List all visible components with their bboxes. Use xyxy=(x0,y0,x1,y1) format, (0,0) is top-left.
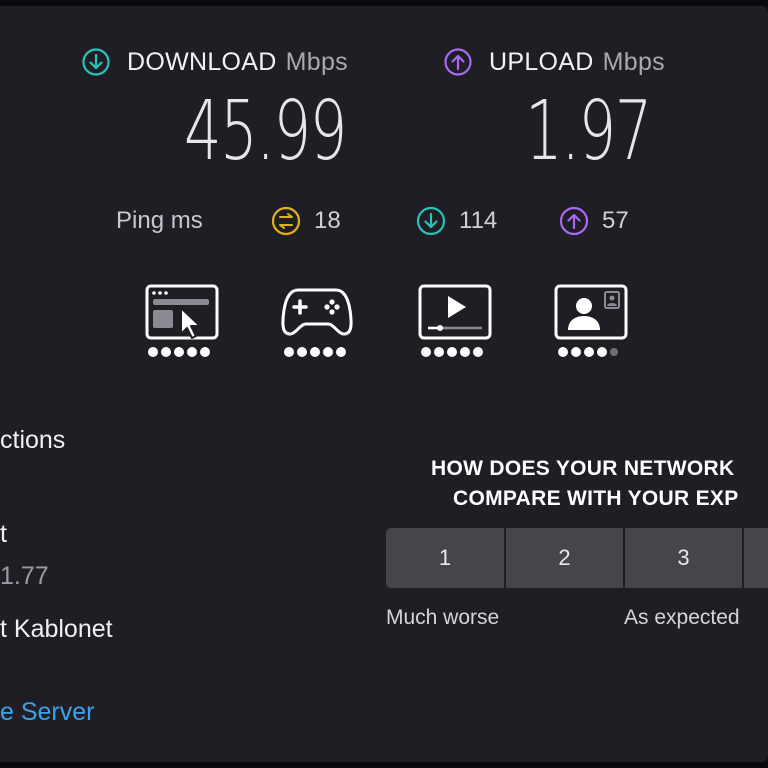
rating-dot-filled xyxy=(460,347,470,357)
gaming-icon[interactable] xyxy=(280,284,354,340)
video-chat-rating xyxy=(558,347,618,357)
upload-unit: Mbps xyxy=(602,47,665,76)
video-streaming-rating xyxy=(421,347,483,357)
rating-dot-filled xyxy=(473,347,483,357)
web-browsing-icon[interactable] xyxy=(145,284,219,340)
rating-dot-filled xyxy=(447,347,457,357)
download-title: DOWNLOAD xyxy=(127,47,277,76)
upload-label: UPLOAD Mbps xyxy=(444,45,665,79)
rating-dot-filled xyxy=(434,347,444,357)
rating-dot-filled xyxy=(571,347,581,357)
rating-dot-empty xyxy=(610,348,618,356)
ping-upload-value: 57 xyxy=(602,207,629,234)
ip-address: 1.77 xyxy=(0,562,49,590)
rating-caption-mid: As expected xyxy=(624,606,740,629)
rating-option-2[interactable]: 2 xyxy=(506,528,625,588)
speedtest-results-screen: DOWNLOAD Mbps UPLOAD Mbps 45.99 1.97 Pin… xyxy=(0,6,768,762)
rating-dot-filled xyxy=(297,347,307,357)
rating-dot-filled xyxy=(323,347,333,357)
web-browsing-rating xyxy=(148,347,210,357)
question-line-1: HOW DOES YOUR NETWORK xyxy=(431,457,735,480)
gaming-rating xyxy=(284,347,346,357)
rating-option-1[interactable]: 1 xyxy=(386,528,506,588)
rating-dot-filled xyxy=(336,347,346,357)
upload-arrow-icon xyxy=(444,48,472,76)
video-chat-icon[interactable] xyxy=(554,284,628,340)
video-streaming-icon[interactable] xyxy=(418,284,492,340)
download-latency-icon xyxy=(416,206,446,236)
rating-dot-filled xyxy=(187,347,197,357)
download-unit: Mbps xyxy=(285,47,348,76)
host-label: t xyxy=(0,520,7,548)
rating-scale: 1 2 3 xyxy=(386,528,768,588)
download-speed-value: 45.99 xyxy=(184,84,347,179)
rating-option-4[interactable] xyxy=(744,528,768,588)
upload-speed-value: 1.97 xyxy=(525,84,652,179)
rating-dot-filled xyxy=(421,347,431,357)
provider-label: t Kablonet xyxy=(0,615,113,643)
upload-latency-icon xyxy=(559,206,589,236)
ping-unit: ms xyxy=(170,207,203,234)
ping-title: Ping xyxy=(116,207,165,234)
ping-idle: 18 xyxy=(271,204,341,238)
rating-dot-filled xyxy=(597,347,607,357)
ping-download: 114 xyxy=(416,204,497,238)
rating-dot-filled xyxy=(284,347,294,357)
download-arrow-icon xyxy=(82,48,110,76)
rating-dot-filled xyxy=(558,347,568,357)
rating-dot-filled xyxy=(148,347,158,357)
ping-download-value: 114 xyxy=(459,207,498,234)
ping-label: Ping ms xyxy=(116,204,203,238)
network-comparison-question: HOW DOES YOUR NETWORK COMPARE WITH YOUR … xyxy=(431,454,739,514)
change-server-link[interactable]: e Server xyxy=(0,698,94,727)
rating-dot-filled xyxy=(584,347,594,357)
rating-dot-filled xyxy=(200,347,210,357)
connections-label[interactable]: ctions xyxy=(0,426,65,455)
rating-caption-low: Much worse xyxy=(386,606,500,629)
question-line-2: COMPARE WITH YOUR EXP xyxy=(453,487,739,510)
rating-dot-filled xyxy=(161,347,171,357)
rating-dot-filled xyxy=(310,347,320,357)
rating-dot-filled xyxy=(174,347,184,357)
ping-idle-value: 18 xyxy=(314,207,341,234)
download-label: DOWNLOAD Mbps xyxy=(82,45,348,79)
upload-title: UPLOAD xyxy=(489,47,594,76)
ping-upload: 57 xyxy=(559,204,629,238)
idle-latency-icon xyxy=(271,206,301,236)
rating-option-3[interactable]: 3 xyxy=(625,528,744,588)
